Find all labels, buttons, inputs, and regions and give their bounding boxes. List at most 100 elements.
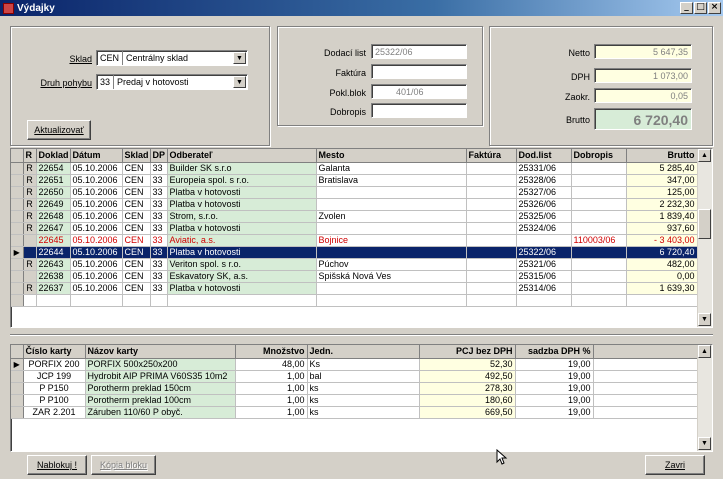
cell-dobropis bbox=[571, 258, 627, 271]
doklad-row[interactable]: 22638 05.10.2006 CEN 33 Eskavatory SK, a.s. S… bbox=[11, 270, 698, 283]
col-header-odberatel[interactable]: Odberateľ bbox=[167, 149, 317, 163]
cell-mnozstvo: 1,00 bbox=[235, 382, 308, 395]
item-row[interactable]: ZAR 2.201 Záruben 110/60 P obyč. 1,00 ks 669… bbox=[11, 406, 698, 419]
scroll-down-icon[interactable]: ▼ bbox=[698, 437, 711, 450]
col-header-dobropis[interactable]: Dobropis bbox=[571, 149, 627, 163]
item-row[interactable]: P P150 Porotherm preklad 150cm 1,00 ks 278,3… bbox=[11, 382, 698, 395]
col-header-cislo[interactable]: Číslo karty bbox=[23, 345, 86, 359]
close-window-button[interactable]: × bbox=[708, 2, 721, 14]
col-header-jedn[interactable]: Jedn. bbox=[307, 345, 420, 359]
cell-dodlist: 25326/06 bbox=[516, 198, 572, 211]
col-header-sklad[interactable]: Sklad bbox=[122, 149, 151, 163]
cell-dodlist: 25324/06 bbox=[516, 222, 572, 235]
zavri-button[interactable]: Zavri bbox=[645, 455, 705, 475]
cell-dp: 33 bbox=[150, 234, 168, 247]
doklad-row[interactable]: R 22649 05.10.2006 CEN 33 Platba v hotovosti 2… bbox=[11, 198, 698, 211]
sklad-combo[interactable]: CEN Centrálny sklad ▼ bbox=[96, 50, 248, 66]
cell-mesto: Bratislava bbox=[316, 174, 467, 187]
pokl-label: Pokl.blok bbox=[329, 88, 366, 98]
cell-odberatel: Europeia spol. s r.o. bbox=[167, 174, 317, 187]
faktura-field[interactable] bbox=[371, 64, 467, 79]
cell-dp: 33 bbox=[150, 198, 168, 211]
col-header-mesto[interactable]: Mesto bbox=[316, 149, 467, 163]
items-grid[interactable]: Číslo karty Názov karty Množstvo Jedn. P… bbox=[10, 344, 713, 452]
cell-faktura bbox=[466, 234, 517, 247]
nablokuj-button[interactable]: Nablokuj ! bbox=[27, 455, 87, 475]
dobropis-field[interactable] bbox=[371, 103, 467, 118]
empty-cell bbox=[23, 294, 37, 307]
netto-label: Netto bbox=[568, 48, 590, 58]
doklady-scrollbar[interactable]: ▲ ▼ bbox=[697, 149, 712, 327]
druh-combo[interactable]: 33 Predaj v hotovosti ▼ bbox=[96, 74, 248, 90]
col-header-faktura[interactable]: Faktúra bbox=[466, 149, 517, 163]
doklad-row[interactable]: R 22654 05.10.2006 CEN 33 Builder SK s.r.o Gal… bbox=[11, 162, 698, 175]
item-row[interactable]: JCP 199 Hydrobit AIP PRIMA V60S35 10m2 1,0… bbox=[11, 370, 698, 383]
doklad-row[interactable]: R 22647 05.10.2006 CEN 33 Platba v hotovosti 2… bbox=[11, 222, 698, 235]
pokl-field[interactable]: 401/06 bbox=[371, 84, 467, 99]
col-header-brutto[interactable]: Brutto bbox=[626, 149, 698, 163]
cell-mesto: Galanta bbox=[316, 162, 467, 175]
col-header-sadzba[interactable]: sadzba DPH % bbox=[515, 345, 594, 359]
item-row[interactable]: P P100 Porotherm preklad 100cm 1,00 ks 180,6… bbox=[11, 394, 698, 407]
col-header-pcj[interactable]: PCJ bez DPH bbox=[419, 345, 516, 359]
dodaci-field[interactable]: 25322/06 bbox=[371, 44, 467, 59]
chevron-down-icon[interactable]: ▼ bbox=[233, 52, 246, 64]
doklad-row[interactable]: 22645 05.10.2006 CEN 33 Aviatic, a.s. Bojnice… bbox=[11, 234, 698, 247]
col-header-dp[interactable]: DP bbox=[150, 149, 168, 163]
doklad-row[interactable]: R 22650 05.10.2006 CEN 33 Platba v hotovosti 2… bbox=[11, 186, 698, 199]
doklad-row[interactable]: ▶ 22644 05.10.2006 CEN 33 Platba v hotovosti 2… bbox=[11, 246, 698, 259]
cell-sklad: CEN bbox=[122, 246, 151, 259]
cell-nazov: Porotherm preklad 100cm bbox=[85, 394, 236, 407]
cell-datum: 05.10.2006 bbox=[70, 174, 123, 187]
scroll-up-icon[interactable]: ▲ bbox=[698, 149, 711, 162]
cell-mnozstvo: 1,00 bbox=[235, 394, 308, 407]
doklady-header-row: R Doklad Dátum Sklad DP Odberateľ Mesto … bbox=[11, 149, 698, 163]
window-title: Výdajky bbox=[17, 2, 55, 14]
kopia-bloku-button[interactable]: Kópia bloku bbox=[91, 455, 156, 475]
cell-brutto: 2 232,30 bbox=[626, 198, 698, 211]
cell-datum: 05.10.2006 bbox=[70, 282, 123, 295]
sklad-label: Sklad bbox=[69, 54, 92, 64]
doklad-row[interactable]: R 22648 05.10.2006 CEN 33 Strom, s.r.o. Zvolen… bbox=[11, 210, 698, 223]
cell-odberatel: Platba v hotovosti bbox=[167, 282, 317, 295]
app-icon bbox=[3, 2, 14, 14]
col-header-dodlist[interactable]: Dod.list bbox=[516, 149, 572, 163]
col-header-r[interactable]: R bbox=[23, 149, 37, 163]
item-row[interactable]: ▶ PORFIX 200 PORFIX 500x250x200 48,00 Ks 52,3… bbox=[11, 358, 698, 371]
cell-dobropis bbox=[571, 282, 627, 295]
cell-dp: 33 bbox=[150, 174, 168, 187]
cell-mesto: Spišská Nová Ves bbox=[316, 270, 467, 283]
cell-brutto: 347,00 bbox=[626, 174, 698, 187]
col-header-datum[interactable]: Dátum bbox=[70, 149, 123, 163]
cell-sadzba: 19,00 bbox=[515, 406, 594, 419]
corner-cell bbox=[11, 345, 24, 359]
cell-dodlist: 25321/06 bbox=[516, 258, 572, 271]
cell-r: R bbox=[23, 258, 37, 271]
cell-datum: 05.10.2006 bbox=[70, 186, 123, 199]
col-header-doklad[interactable]: Doklad bbox=[36, 149, 71, 163]
cell-dobropis bbox=[571, 174, 627, 187]
maximize-button[interactable]: □ bbox=[694, 2, 707, 14]
col-header-nazov[interactable]: Názov karty bbox=[85, 345, 236, 359]
cell-faktura bbox=[466, 210, 517, 223]
col-header-mnozstvo[interactable]: Množstvo bbox=[235, 345, 308, 359]
chevron-down-icon[interactable]: ▼ bbox=[233, 76, 246, 88]
cell-dobropis bbox=[571, 162, 627, 175]
row-indicator bbox=[11, 174, 24, 187]
col-header-filler bbox=[593, 345, 698, 359]
minimize-button[interactable]: _ bbox=[680, 2, 693, 14]
scroll-up-icon[interactable]: ▲ bbox=[698, 345, 711, 358]
row-indicator bbox=[11, 394, 24, 407]
doklad-row[interactable]: R 22637 05.10.2006 CEN 33 Platba v hotovosti 2… bbox=[11, 282, 698, 295]
scroll-down-icon[interactable]: ▼ bbox=[698, 313, 711, 326]
row-indicator bbox=[11, 186, 24, 199]
scroll-thumb[interactable] bbox=[698, 209, 711, 239]
doklad-row[interactable]: R 22643 05.10.2006 CEN 33 Veriton spol. s r.o… bbox=[11, 258, 698, 271]
cell-mesto: Púchov bbox=[316, 258, 467, 271]
items-scrollbar[interactable]: ▲ ▼ bbox=[697, 345, 712, 451]
doklad-row[interactable]: R 22651 05.10.2006 CEN 33 Europeia spol. s r.… bbox=[11, 174, 698, 187]
doklady-grid[interactable]: R Doklad Dátum Sklad DP Odberateľ Mesto … bbox=[10, 148, 713, 328]
refresh-button[interactable]: Aktualizovať bbox=[27, 120, 91, 140]
cell-odberatel: Platba v hotovosti bbox=[167, 186, 317, 199]
panel-splitter[interactable] bbox=[10, 334, 713, 335]
